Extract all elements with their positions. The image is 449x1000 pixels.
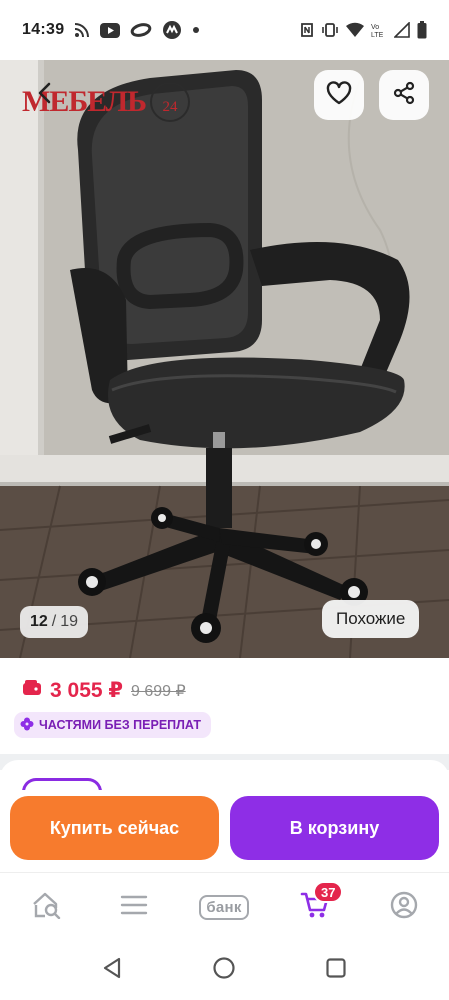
nav-home[interactable] <box>26 889 66 925</box>
nav-profile[interactable] <box>384 889 424 925</box>
image-counter: 12 / 19 <box>20 606 89 638</box>
youtube-icon <box>100 22 121 38</box>
status-time: 14:39 <box>22 21 65 38</box>
similar-button[interactable]: Похожие <box>322 600 420 638</box>
recents-square-icon <box>324 956 348 985</box>
flower-icon <box>20 717 34 734</box>
system-home-button[interactable] <box>210 956 238 984</box>
profile-icon <box>390 891 418 924</box>
nav-bank-label: банк <box>199 894 249 920</box>
wifi-icon <box>346 22 364 38</box>
megamarket-icon <box>162 20 182 40</box>
favorite-button[interactable] <box>314 70 364 120</box>
home-circle-icon <box>212 956 236 985</box>
rss-icon <box>74 22 90 38</box>
old-price: 9 699 ₽ <box>131 682 186 700</box>
dot-icon <box>192 26 200 34</box>
svg-text:LTE: LTE <box>371 32 384 38</box>
price-card: 3 055 ₽ 9 699 ₽ ЧАСТЯМИ БЕЗ ПЕРЕПЛАТ <box>0 658 449 754</box>
installment-label: ЧАСТЯМИ БЕЗ ПЕРЕПЛАТ <box>39 718 201 732</box>
ring-icon <box>130 23 152 37</box>
installment-badge[interactable]: ЧАСТЯМИ БЕЗ ПЕРЕПЛАТ <box>14 712 211 738</box>
wallet-icon <box>22 680 42 701</box>
add-to-cart-button[interactable]: В корзину <box>230 796 439 860</box>
price-row: 3 055 ₽ 9 699 ₽ <box>22 678 186 703</box>
share-button[interactable] <box>379 70 429 120</box>
battery-icon <box>417 21 427 39</box>
vibrate-icon <box>321 22 339 38</box>
share-icon <box>392 81 416 110</box>
brand-logo-badge: 24 <box>149 82 190 122</box>
chevron-left-icon <box>34 82 56 109</box>
heart-icon <box>326 80 352 110</box>
cart-count-badge: 37 <box>313 881 344 903</box>
system-recents-button[interactable] <box>322 956 350 984</box>
brand-logo-number: 24 <box>162 99 178 115</box>
current-price: 3 055 ₽ <box>50 679 123 702</box>
nav-bank[interactable]: банк <box>192 889 256 925</box>
image-counter-total: 19 <box>60 613 79 630</box>
volte-icon: Vo LTE <box>371 22 387 38</box>
signal-icon <box>394 22 410 38</box>
buy-now-button[interactable]: Купить сейчас <box>10 796 219 860</box>
chair-photo <box>0 60 449 658</box>
svg-text:Vo: Vo <box>371 24 379 31</box>
status-bar: 14:39 Vo LTE <box>0 0 449 60</box>
image-counter-current: 12 <box>30 613 48 630</box>
product-image[interactable]: МЕБЕЛЬ 24 12 / 19 Похожие <box>0 60 449 658</box>
image-counter-separator: / <box>51 613 57 630</box>
nav-catalog[interactable] <box>114 889 154 925</box>
action-bar: Купить сейчас В корзину <box>0 790 449 870</box>
system-back-button[interactable] <box>98 956 126 984</box>
system-nav-bar <box>0 938 449 1000</box>
nfc-icon <box>300 22 314 38</box>
bottom-nav: банк <box>0 872 449 938</box>
back-button[interactable] <box>20 70 70 120</box>
catalog-menu-icon <box>120 894 148 921</box>
back-triangle-icon <box>100 956 124 985</box>
home-search-icon <box>31 891 61 924</box>
